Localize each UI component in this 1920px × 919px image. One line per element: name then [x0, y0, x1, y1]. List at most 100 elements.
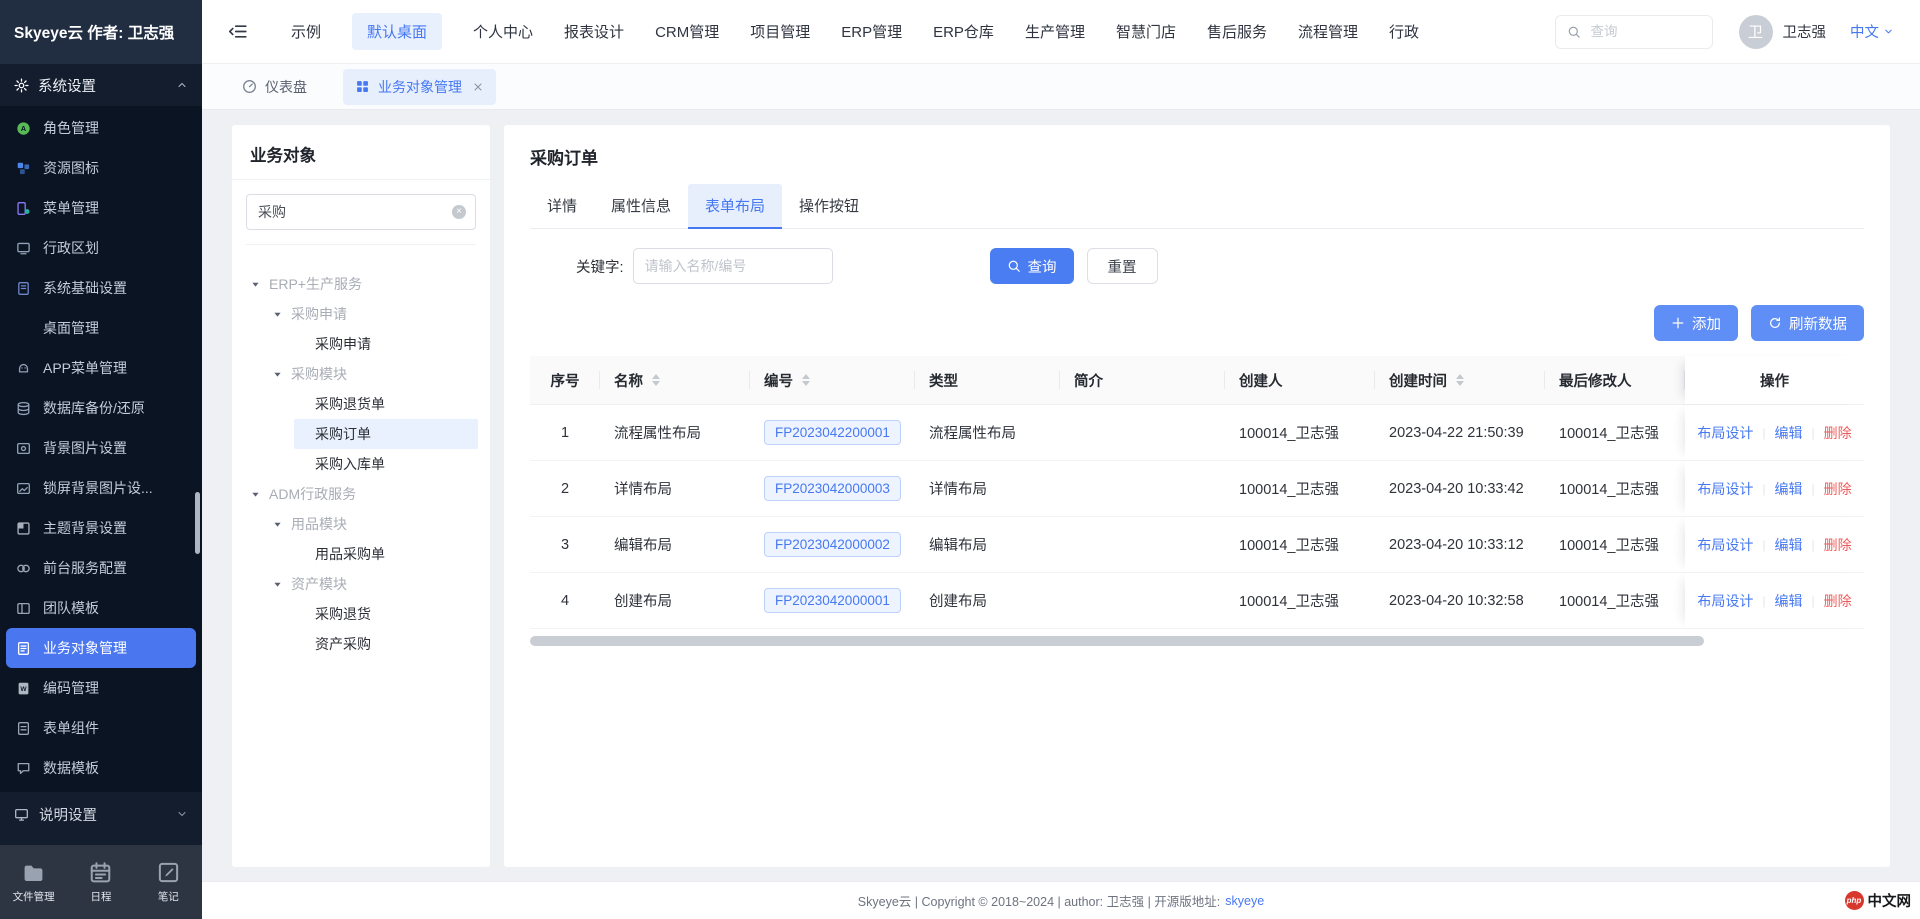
action-layout-design[interactable]: 布局设计 — [1697, 535, 1753, 555]
footer-link[interactable]: skyeye — [1225, 894, 1264, 908]
action-edit[interactable]: 编辑 — [1775, 535, 1803, 555]
sidebar-item-resource-icons[interactable]: 资源图标 — [0, 148, 202, 188]
topnav-item-12[interactable]: 流程管理 — [1298, 21, 1358, 42]
scrollbar-thumb[interactable] — [530, 636, 1704, 646]
topnav-item-8[interactable]: ERP仓库 — [933, 21, 994, 42]
sort-icon[interactable] — [1456, 374, 1464, 386]
code-badge[interactable]: FP2023042000003 — [764, 476, 901, 501]
tree-node-4[interactable]: 采购模块 — [272, 359, 478, 389]
tree-search-input[interactable] — [246, 194, 476, 230]
caret-down-icon[interactable] — [272, 519, 283, 530]
dock-item-notes[interactable]: 笔记 — [135, 845, 202, 919]
sidebar-item-desktop-management[interactable]: 桌面管理 — [0, 308, 202, 348]
caret-down-icon[interactable] — [250, 489, 261, 500]
action-delete[interactable]: 删除 — [1824, 591, 1852, 611]
global-search[interactable] — [1555, 15, 1713, 49]
action-delete[interactable]: 删除 — [1824, 423, 1852, 443]
topnav-item-5[interactable]: CRM管理 — [655, 21, 719, 42]
sidebar-item-system-base-settings[interactable]: 系统基础设置 — [0, 268, 202, 308]
tree-node-8[interactable]: ADM行政服务 — [250, 479, 478, 509]
tree-node-10[interactable]: 用品采购单 — [294, 539, 478, 569]
caret-down-icon[interactable] — [272, 369, 283, 380]
tab-3[interactable]: 表单布局 — [688, 184, 782, 229]
action-edit[interactable]: 编辑 — [1775, 591, 1803, 611]
tree-node-12[interactable]: 采购退货 — [294, 599, 478, 629]
sidebar-group-system-settings[interactable]: 系统设置 — [0, 64, 202, 106]
action-edit[interactable]: 编辑 — [1775, 479, 1803, 499]
sidebar-collapse-icon[interactable] — [228, 22, 247, 41]
clear-icon[interactable]: × — [452, 205, 466, 219]
tree-node-1[interactable]: ERP+生产服务 — [250, 269, 478, 299]
action-layout-design[interactable]: 布局设计 — [1697, 479, 1753, 499]
sidebar-item-data-template[interactable]: 数据模板 — [0, 748, 202, 788]
tab-1[interactable]: 详情 — [530, 184, 594, 229]
sidebar-item-team-template[interactable]: 团队模板 — [0, 588, 202, 628]
caret-down-icon[interactable] — [272, 309, 283, 320]
tree-node-7[interactable]: 采购入库单 — [294, 449, 478, 479]
tree-node-13[interactable]: 资产采购 — [294, 629, 478, 659]
tree-node-5[interactable]: 采购退货单 — [294, 389, 478, 419]
caret-down-icon[interactable] — [272, 579, 283, 590]
sidebar-item-role-management[interactable]: A角色管理 — [0, 108, 202, 148]
user-name[interactable]: 卫志强 — [1783, 21, 1827, 42]
sidebar-item-lockscreen-background-settings[interactable]: 锁屏背景图片设... — [0, 468, 202, 508]
code-badge[interactable]: FP2023042000001 — [764, 588, 901, 613]
tree-node-9[interactable]: 用品模块 — [272, 509, 478, 539]
sidebar-item-code-management[interactable]: W编码管理 — [0, 668, 202, 708]
tree-node-6[interactable]: 采购订单 — [294, 419, 478, 449]
sidebar-item-front-service-config[interactable]: 前台服务配置 — [0, 548, 202, 588]
code-badge[interactable]: FP2023042200001 — [764, 420, 901, 445]
topnav-item-9[interactable]: 生产管理 — [1025, 21, 1085, 42]
add-button[interactable]: 添加 — [1654, 305, 1738, 341]
sidebar-item-theme-background-settings[interactable]: 主题背景设置 — [0, 508, 202, 548]
sidebar-group-instruction-settings[interactable]: 说明设置 — [0, 792, 202, 836]
refresh-button[interactable]: 刷新数据 — [1751, 305, 1864, 341]
avatar[interactable]: 卫 — [1739, 15, 1773, 49]
topnav-item-6[interactable]: 项目管理 — [750, 21, 810, 42]
code-badge[interactable]: FP2023042000002 — [764, 532, 901, 557]
sidebar-item-admin-district[interactable]: 行政区划 — [0, 228, 202, 268]
dock-item-schedule[interactable]: 日程 — [67, 845, 134, 919]
action-edit[interactable]: 编辑 — [1775, 423, 1803, 443]
topnav-item-10[interactable]: 智慧门店 — [1116, 21, 1176, 42]
topnav-item-4[interactable]: 报表设计 — [564, 21, 624, 42]
topnav-item-3[interactable]: 个人中心 — [473, 21, 533, 42]
sidebar-item-background-image-settings[interactable]: 背景图片设置 — [0, 428, 202, 468]
action-layout-design[interactable]: 布局设计 — [1697, 591, 1753, 611]
workspace-tab-business-object-management[interactable]: 业务对象管理 — [343, 69, 496, 105]
sidebar-item-app-menu-management[interactable]: APP菜单管理 — [0, 348, 202, 388]
reset-button[interactable]: 重置 — [1087, 248, 1158, 284]
topnav-item-1[interactable]: 示例 — [291, 21, 321, 42]
sidebar-item-form-components[interactable]: 表单组件 — [0, 708, 202, 748]
language-switcher[interactable]: 中文 — [1850, 21, 1894, 42]
topnav-item-13[interactable]: 行政 — [1389, 21, 1419, 42]
search-button[interactable]: 查询 — [990, 248, 1074, 284]
topnav-item-7[interactable]: ERP管理 — [841, 21, 902, 42]
topnav-item-2[interactable]: 默认桌面 — [352, 13, 442, 50]
global-search-input[interactable] — [1589, 23, 1701, 40]
sidebar-item-business-object-management[interactable]: 业务对象管理 — [6, 628, 196, 668]
tab-2[interactable]: 属性信息 — [594, 184, 688, 229]
sidebar-item-menu-management[interactable]: 菜单管理 — [0, 188, 202, 228]
action-layout-design[interactable]: 布局设计 — [1697, 423, 1753, 443]
caret-down-icon[interactable] — [250, 279, 261, 290]
sidebar-item-label: 数据模板 — [43, 758, 99, 778]
action-delete[interactable]: 删除 — [1824, 535, 1852, 555]
sidebar-item-database-backup-restore[interactable]: 数据库备份/还原 — [0, 388, 202, 428]
close-icon[interactable] — [472, 81, 484, 93]
search-icon — [1007, 259, 1021, 273]
keyword-input[interactable] — [633, 248, 833, 284]
sort-icon[interactable] — [802, 374, 810, 386]
sidebar-scrollbar[interactable] — [195, 492, 200, 554]
workspace-tab-dashboard[interactable]: 仪表盘 — [230, 69, 319, 105]
tree-node-2[interactable]: 采购申请 — [272, 299, 478, 329]
topnav-item-11[interactable]: 售后服务 — [1207, 21, 1267, 42]
tree-node-3[interactable]: 采购申请 — [294, 329, 478, 359]
sort-icon[interactable] — [652, 374, 660, 386]
tree-node-11[interactable]: 资产模块 — [272, 569, 478, 599]
action-delete[interactable]: 删除 — [1824, 479, 1852, 499]
tab-4[interactable]: 操作按钮 — [782, 184, 876, 229]
header-cell-label: 简介 — [1074, 370, 1103, 391]
business-object-tree: ERP+生产服务采购申请采购申请采购模块采购退货单采购订单采购入库单ADM行政服… — [232, 259, 490, 669]
dock-item-file-management[interactable]: 文件管理 — [0, 845, 67, 919]
